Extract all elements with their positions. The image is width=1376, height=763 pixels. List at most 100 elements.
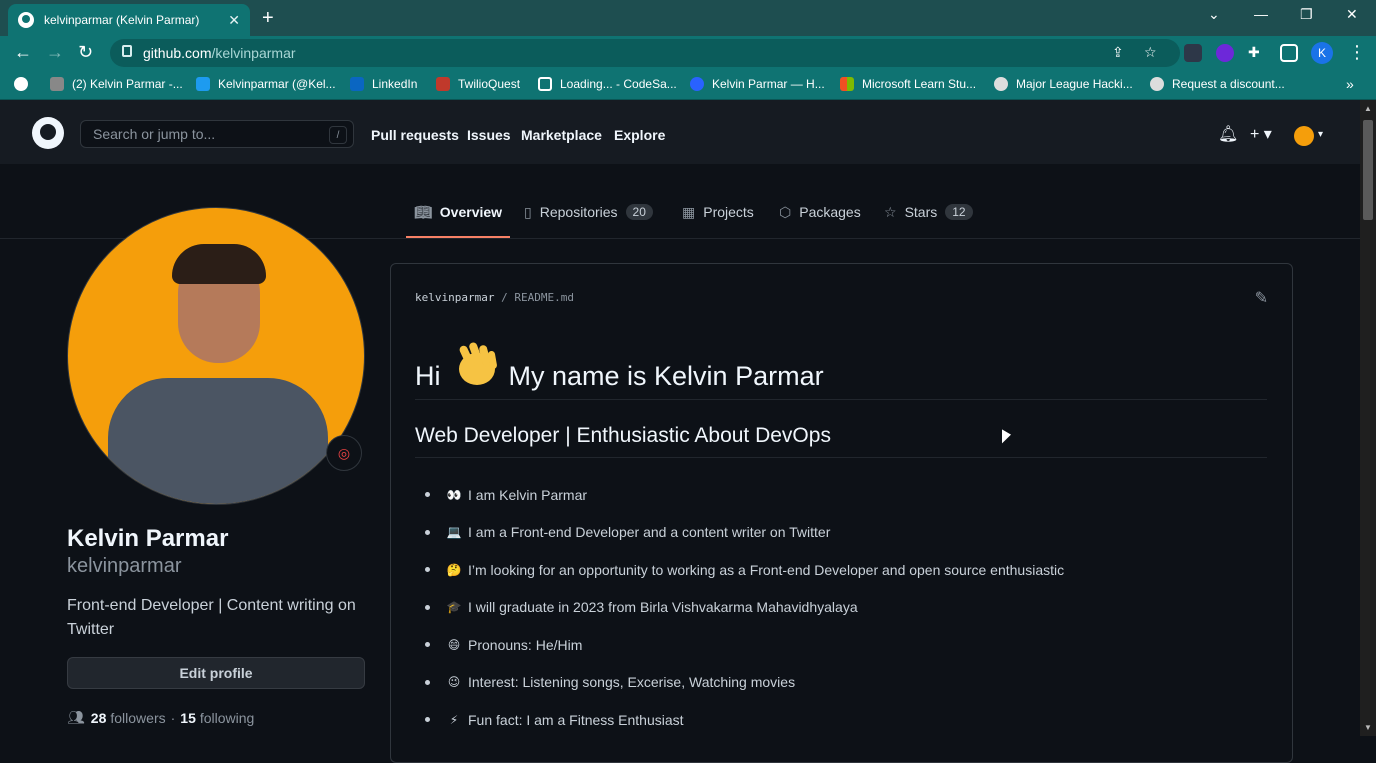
nav-issues[interactable]: Issues <box>467 127 511 143</box>
hashnode-icon <box>690 77 704 91</box>
scroll-up-arrow-icon[interactable]: ▲ <box>1364 104 1372 113</box>
twilioquest-icon <box>436 77 450 91</box>
github-favicon-icon <box>1150 77 1164 91</box>
bookmark-item[interactable]: Microsoft Learn Stu... <box>840 77 976 91</box>
search-input[interactable] <box>93 126 313 142</box>
bookmark-item[interactable]: LinkedIn <box>350 77 417 91</box>
bookmark-item[interactable]: Loading... - CodeSa... <box>538 77 677 91</box>
bookmark-item[interactable]: Kelvin Parmar — H... <box>690 77 825 91</box>
notifications-bell-icon[interactable]: 🔔︎ <box>1218 124 1238 144</box>
linkedin-icon <box>350 77 364 91</box>
tab-repositories[interactable]: ▯ Repositories 20 <box>524 204 653 238</box>
scroll-down-arrow-icon[interactable]: ▼ <box>1364 723 1372 732</box>
reload-button[interactable]: ↻ <box>78 42 93 63</box>
bookmark-item[interactable]: Major League Hacki... <box>994 77 1133 91</box>
readme-owner-link[interactable]: kelvinparmar <box>415 291 494 304</box>
extension-pen-icon[interactable] <box>1184 44 1202 62</box>
readme-file-link[interactable]: README.md <box>514 291 574 304</box>
scrollbar-thumb[interactable] <box>1363 120 1373 220</box>
project-icon: ▦ <box>682 204 696 220</box>
laptop-emoji-icon: 💻 <box>446 525 462 540</box>
edit-readme-pencil-icon[interactable]: ✎ <box>1255 288 1268 308</box>
globe-icon <box>994 77 1008 91</box>
thinking-emoji-icon: 🤔 <box>446 562 462 577</box>
nav-pull-requests[interactable]: Pull requests <box>371 127 459 143</box>
people-icon: 👥︎ <box>67 709 85 725</box>
wink-emoji-icon: 😉 <box>447 675 461 690</box>
followers-link[interactable]: 28 followers <box>91 710 166 726</box>
list-item: 😉 Interest: Listening songs, Excerise, Wa… <box>425 664 1064 702</box>
minimize-button[interactable]: — <box>1254 6 1268 22</box>
readme-heading-text: My name is Kelvin Parmar <box>508 361 824 391</box>
bookmark-item[interactable]: (2) Kelvin Parmar -... <box>50 77 183 91</box>
waving-hand-icon <box>458 341 497 385</box>
url-text[interactable]: github.com/kelvinparmar <box>143 45 296 61</box>
profile-avatar[interactable] <box>67 207 365 505</box>
list-item: ⚡ Fun fact: I am a Fitness Enthusiast <box>425 701 1064 739</box>
list-item: 😄 Pronouns: He/Him <box>425 626 1064 664</box>
list-item: 🎓 I will graduate in 2023 from Birla Vish… <box>425 589 1064 627</box>
list-item: 👀 I am Kelvin Parmar <box>425 476 1064 514</box>
bookmarks-bar: (2) Kelvin Parmar -... Kelvinparmar (@Ke… <box>0 70 1376 100</box>
lock-icon[interactable] <box>122 45 132 57</box>
forward-button[interactable]: → <box>46 42 64 63</box>
create-new-plus-icon[interactable]: + ▾ <box>1250 124 1272 144</box>
readme-card: kelvinparmar / README.md ✎ Hi My name is… <box>390 263 1293 763</box>
back-button[interactable]: ← <box>14 42 32 63</box>
readme-path: kelvinparmar / README.md <box>415 291 574 304</box>
browser-profile-avatar[interactable]: K <box>1311 42 1333 64</box>
bookmark-item[interactable]: Request a discount... <box>1150 77 1285 91</box>
extensions-puzzle-icon[interactable]: ✚ <box>1248 44 1266 62</box>
bookmark-item[interactable]: TwilioQuest <box>436 77 520 91</box>
readme-subheading: Web Developer | Enthusiastic About DevOp… <box>415 424 1267 458</box>
repo-icon: ▯ <box>524 204 532 220</box>
github-favicon-icon <box>18 12 34 28</box>
browser-tab-title: kelvinparmar (Kelvin Parmar) <box>44 13 200 27</box>
slash-shortcut-key: / <box>329 126 347 144</box>
eyes-emoji-icon: 👀 <box>446 487 462 502</box>
github-header: / Pull requests Issues Marketplace Explo… <box>0 100 1360 164</box>
smile-emoji-icon: 😄 <box>447 637 461 652</box>
address-bar[interactable]: github.com/kelvinparmar ⇪ ☆ <box>110 39 1180 67</box>
lightning-emoji-icon: ⚡ <box>449 712 459 727</box>
bookmark-star-icon[interactable]: ☆ <box>1144 44 1157 61</box>
separator: · <box>170 709 176 726</box>
codesandbox-icon <box>538 77 552 91</box>
more-bookmarks-icon[interactable]: » <box>1346 76 1354 92</box>
user-avatar-menu[interactable] <box>1294 126 1314 146</box>
microsoft-icon <box>840 77 854 91</box>
repositories-count: 20 <box>625 204 653 220</box>
edit-profile-button[interactable]: Edit profile <box>67 657 365 689</box>
browser-menu-icon[interactable]: ⋮ <box>1348 42 1366 63</box>
readme-heading: Hi My name is Kelvin Parmar <box>415 341 1267 400</box>
share-icon[interactable]: ⇪ <box>1112 44 1124 61</box>
tab-packages[interactable]: ⬡ Packages <box>779 204 861 238</box>
close-window-button[interactable]: ✕ <box>1346 6 1358 23</box>
extension-link-icon[interactable] <box>1216 44 1234 62</box>
tab-overview[interactable]: 📖︎ Overview <box>406 204 511 238</box>
restore-button[interactable]: ❐ <box>1300 6 1313 23</box>
nav-explore[interactable]: Explore <box>614 127 665 143</box>
tab-search-chevron-icon[interactable]: ⌄ <box>1208 6 1220 23</box>
bookmark-item[interactable]: Kelvinparmar (@Kel... <box>196 77 336 91</box>
search-box[interactable]: / <box>80 120 354 148</box>
new-tab-button[interactable]: + <box>262 7 274 30</box>
github-logo-icon[interactable] <box>32 117 64 149</box>
browser-tab[interactable]: kelvinparmar (Kelvin Parmar) ✕ <box>8 4 250 36</box>
tab-stars[interactable]: ☆ Stars 12 <box>884 204 973 238</box>
readme-heading-hi: Hi <box>415 361 441 391</box>
side-panel-icon[interactable] <box>1280 44 1298 62</box>
readme-list: 👀 I am Kelvin Parmar 💻 I am a Front-end De… <box>425 476 1064 739</box>
bookmark-favicon-icon <box>50 77 64 91</box>
page-scrollbar[interactable]: ▲ ▼ <box>1360 100 1376 736</box>
close-tab-icon[interactable]: ✕ <box>228 12 240 29</box>
status-target-icon[interactable]: ◎ <box>326 435 362 471</box>
tab-projects[interactable]: ▦ Projects <box>682 204 754 238</box>
avatar-body <box>108 378 328 504</box>
profile-bio: Front-end Developer | Content writing on… <box>67 597 356 638</box>
apps-globe-icon[interactable] <box>14 77 28 91</box>
avatar-dropdown-caret-icon[interactable]: ▾ <box>1318 129 1323 140</box>
browser-tab-strip: kelvinparmar (Kelvin Parmar) ✕ + ⌄ — ❐ ✕ <box>0 0 1376 36</box>
nav-marketplace[interactable]: Marketplace <box>521 127 602 143</box>
following-link[interactable]: 15 following <box>180 710 254 726</box>
